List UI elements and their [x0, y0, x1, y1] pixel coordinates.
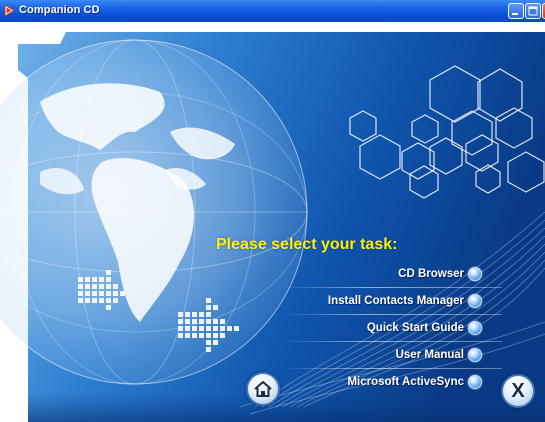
- menu-item-microsoft-activesync[interactable]: Microsoft ActiveSync: [347, 372, 482, 392]
- menu-item-label: User Manual: [395, 349, 464, 361]
- radio-bullet-icon: [468, 348, 482, 362]
- menu-separator: [280, 287, 502, 288]
- task-prompt-heading: Please select your task:: [216, 236, 398, 253]
- radio-bullet-icon: [468, 267, 482, 281]
- home-button[interactable]: [246, 372, 280, 406]
- radio-bullet-icon: [468, 294, 482, 308]
- radio-bullet-icon: [468, 375, 482, 389]
- maximize-button[interactable]: [525, 3, 541, 19]
- app-icon: [4, 4, 15, 17]
- minimize-icon: [512, 13, 518, 15]
- exit-button[interactable]: X: [501, 374, 535, 408]
- home-icon: [254, 381, 272, 397]
- title-bar[interactable]: Companion CD: [0, 0, 545, 23]
- radio-bullet-icon: [468, 321, 482, 335]
- maximize-icon: [528, 6, 538, 16]
- launcher-panel: Please select your task: CD Browser Inst…: [0, 22, 545, 422]
- minimize-button[interactable]: [508, 3, 524, 19]
- menu-item-quick-start-guide[interactable]: Quick Start Guide: [367, 318, 482, 338]
- menu-item-cd-browser[interactable]: CD Browser: [398, 264, 482, 284]
- menu-item-user-manual[interactable]: User Manual: [396, 345, 482, 365]
- window-title: Companion CD: [19, 4, 100, 16]
- menu-separator: [280, 368, 502, 369]
- menu-item-install-contacts-manager[interactable]: Install Contacts Manager: [328, 291, 482, 311]
- menu-item-label: Microsoft ActiveSync: [347, 376, 464, 388]
- menu-item-label: Quick Start Guide: [366, 322, 464, 334]
- exit-label: X: [511, 380, 525, 402]
- menu-item-label: Install Contacts Manager: [327, 295, 464, 307]
- menu-separator: [280, 341, 502, 342]
- application-window: Companion CD Please select your task: CD…: [0, 0, 545, 422]
- menu-separator: [280, 314, 502, 315]
- menu-item-label: CD Browser: [398, 268, 464, 280]
